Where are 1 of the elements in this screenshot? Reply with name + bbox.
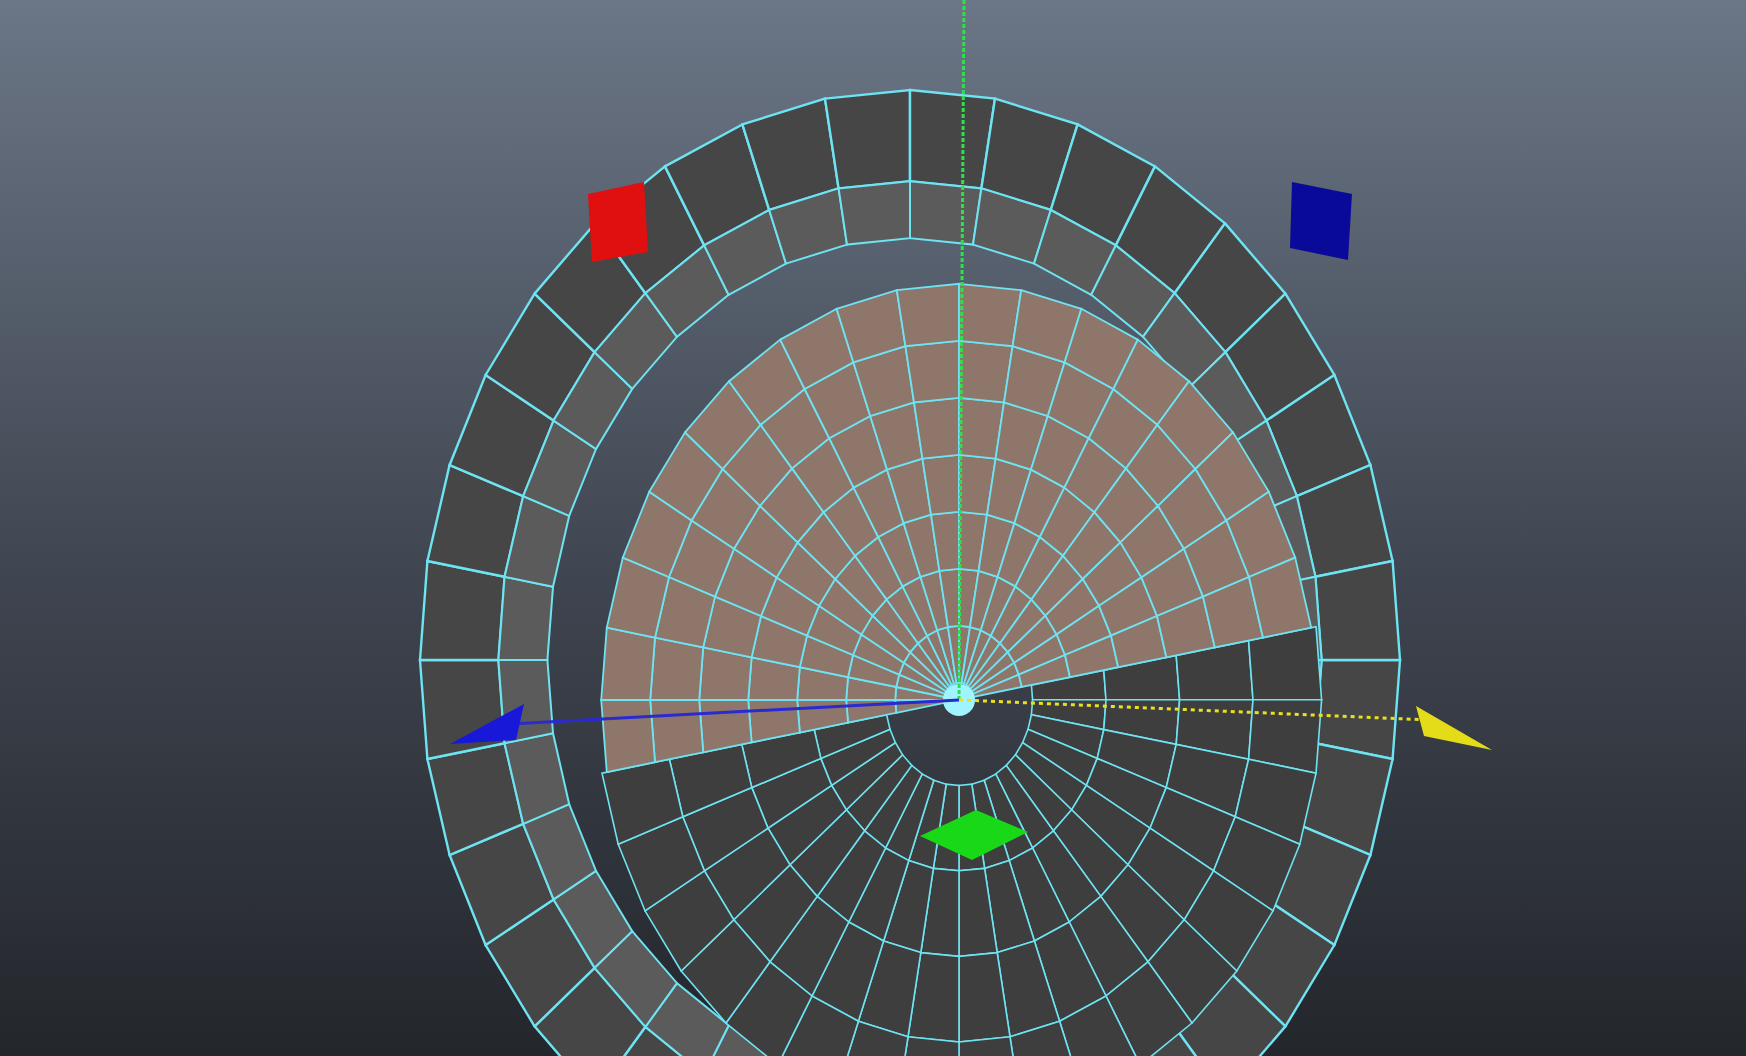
move-manipulator-drawing[interactable]	[450, 0, 1492, 860]
